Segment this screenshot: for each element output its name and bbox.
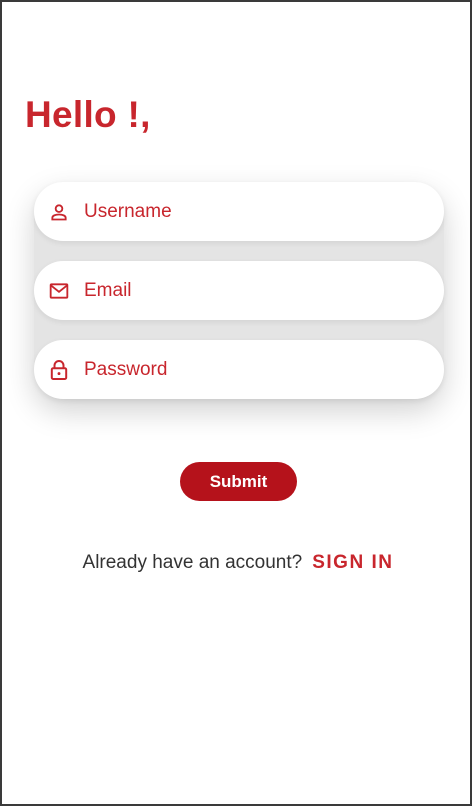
lock-icon [48,359,70,381]
mail-icon [48,280,70,302]
password-field[interactable] [34,340,444,399]
username-input[interactable] [84,200,384,223]
account-question: Already have an account? [82,552,303,573]
password-input[interactable] [84,358,384,381]
email-field[interactable] [34,261,444,320]
signup-form [34,182,444,399]
app-frame: Hello !, Username Email Submit Already h… [0,0,472,806]
username-field[interactable] [34,182,444,241]
submit-button[interactable]: Submit [180,462,297,501]
person-icon [48,201,70,223]
page-title: Hello !, [25,94,151,135]
sign-in-link[interactable]: SIGN IN [312,552,393,574]
signin-prompt: Already have an account? SIGN IN [2,552,472,574]
email-input[interactable] [84,279,384,302]
